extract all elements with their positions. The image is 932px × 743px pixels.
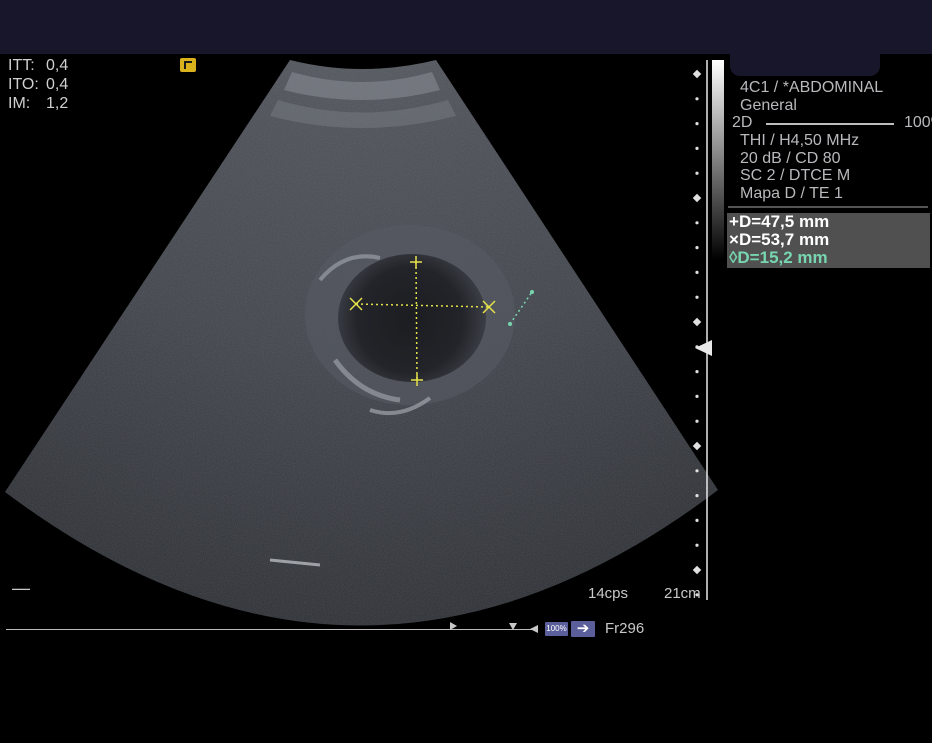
frame-number: Fr296 — [605, 620, 645, 637]
lesion — [338, 254, 486, 382]
depth-tick — [692, 441, 702, 451]
mode-row: 2D 100% — [732, 114, 932, 132]
depth-value: 21cm — [664, 585, 701, 602]
depth-tick — [695, 370, 699, 374]
logo-badge-icon — [180, 58, 196, 72]
map-label: Mapa D / TE 1 — [740, 184, 843, 202]
power-bar — [766, 123, 894, 125]
frequency-label: THI / H4,50 MHz — [740, 132, 860, 149]
depth-tick — [695, 270, 699, 274]
depth-tick — [695, 419, 699, 423]
cine-timeline[interactable] — [6, 629, 538, 630]
depth-tick — [692, 565, 702, 575]
depth-scale-ticks — [692, 69, 702, 597]
cine-position-pointer-icon[interactable] — [509, 623, 517, 630]
depth-tick — [692, 317, 702, 327]
depth-tick — [695, 494, 699, 498]
gray-scale-bar — [712, 60, 724, 260]
depth-tick — [695, 543, 699, 547]
acoustic-output-readout: ITT: 0,4 ITO: 0,4 IM: 1,2 — [8, 56, 68, 113]
cine-end-pointer-icon[interactable] — [530, 625, 538, 633]
gain-label: 20 dB / CD 80 — [740, 149, 841, 167]
depth-tick — [695, 221, 699, 225]
compound-label: SC 2 / DTCE M — [740, 167, 851, 184]
depth-tick — [695, 122, 699, 126]
depth-tick — [695, 171, 699, 175]
readout-ito: ITO: 0,4 — [8, 76, 69, 93]
cross-caliper-icon: × — [729, 230, 739, 249]
cine-start-pointer-icon[interactable] — [450, 622, 457, 630]
panel-divider — [728, 206, 928, 208]
measurement-1: +D=47,5 mm — [729, 212, 830, 231]
depth-tick — [695, 246, 699, 250]
depth-tick — [695, 97, 699, 101]
measurement-2: ×D=53,7 mm — [729, 230, 830, 249]
settings-panel: 4C1 / *ABDOMINAL General 2D 100% THI / H… — [732, 79, 932, 202]
plus-caliper-icon: + — [729, 212, 739, 231]
measurement-results: +D=47,5 mm ×D=53,7 mm ◊D=15,2 mm — [727, 213, 930, 268]
depth-tick — [695, 146, 699, 150]
depth-tick — [695, 518, 699, 523]
probe-label: 4C1 / *ABDOMINAL — [740, 79, 884, 96]
focus-pointer-icon[interactable] — [695, 340, 712, 356]
frame-rate: 14cps — [588, 585, 629, 602]
arrow-right-icon[interactable]: ➔ — [571, 621, 595, 637]
depth-tick — [695, 469, 699, 473]
zoom-100-icon[interactable]: 100% — [545, 622, 568, 636]
depth-tick — [695, 295, 699, 299]
minus-marker: — — [12, 578, 30, 598]
power-value: 100% — [904, 114, 932, 131]
caliper-mark-diamond-2 — [530, 290, 534, 294]
depth-tick — [692, 193, 702, 203]
measurement-3: ◊D=15,2 mm — [729, 248, 828, 267]
mode-label: 2D — [732, 114, 753, 131]
readout-itt: ITT: 0,4 — [8, 57, 69, 74]
caliper-mark-diamond-1 — [508, 322, 512, 326]
readout-im: IM: 1,2 — [8, 95, 69, 112]
depth-tick — [695, 394, 699, 398]
preset-label: General — [740, 96, 797, 114]
depth-tick — [692, 69, 702, 79]
